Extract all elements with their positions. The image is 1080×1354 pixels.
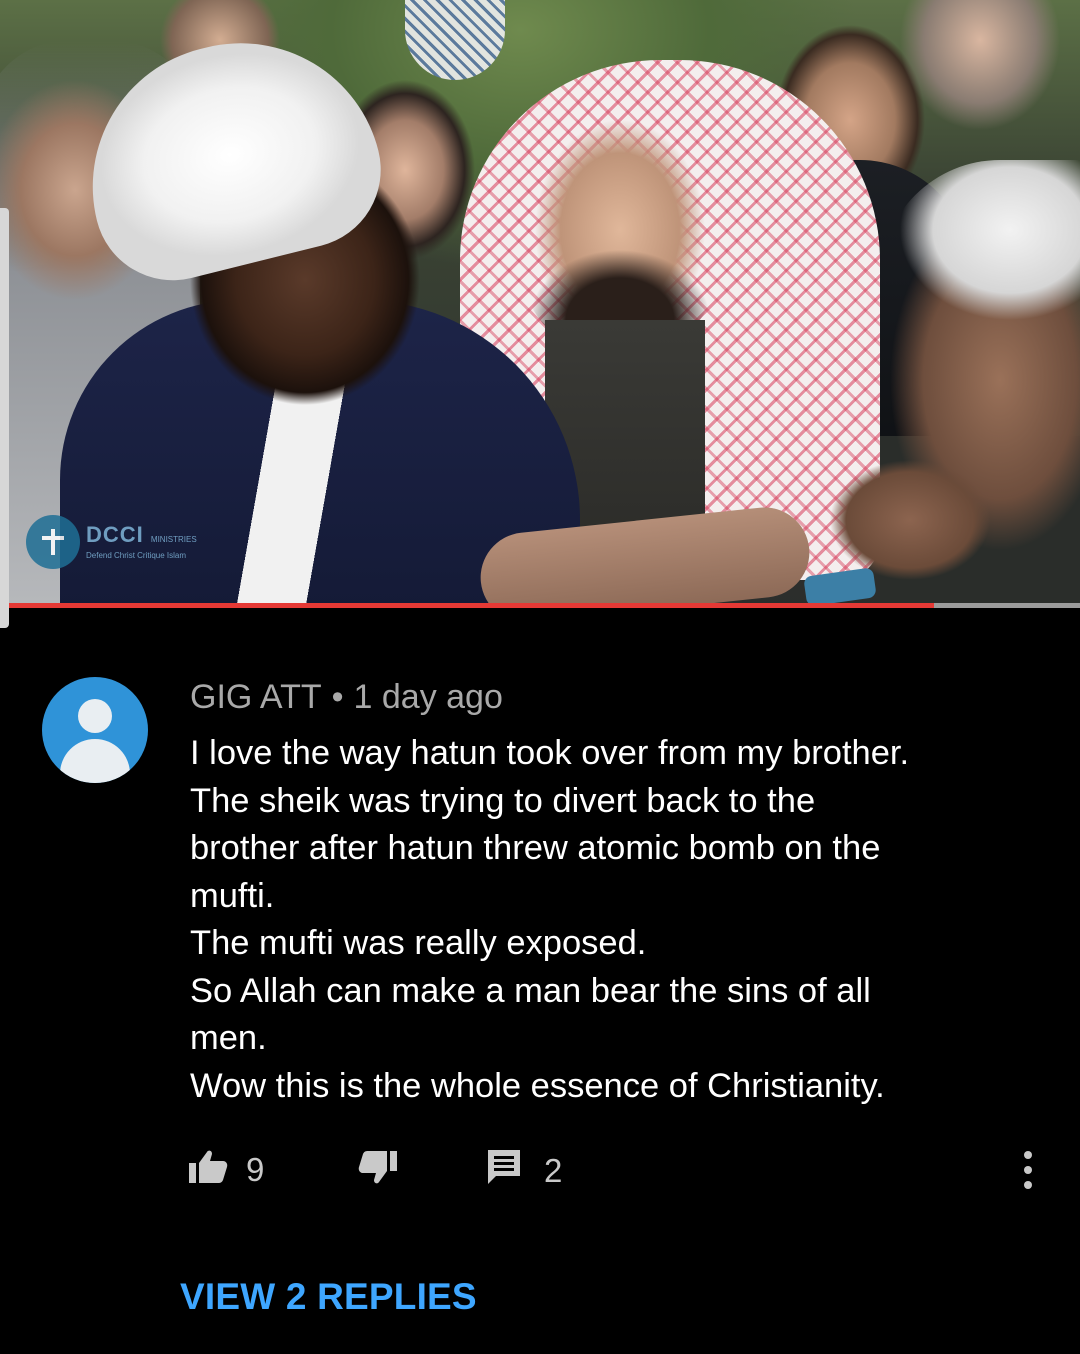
cross-icon	[26, 515, 80, 569]
watermark-tagline: Defend Christ Critique Islam	[86, 551, 187, 560]
like-button[interactable]: 9	[188, 1148, 264, 1192]
dislike-button[interactable]	[358, 1150, 398, 1194]
like-count: 9	[246, 1151, 265, 1188]
video-progress-bar[interactable]	[0, 603, 1080, 608]
comment-line: I love the way hatun took over from my b…	[190, 734, 910, 772]
meta-separator: •	[331, 678, 344, 716]
video-player[interactable]: DCCI MINISTRIES Defend Christ Critique I…	[0, 0, 1080, 608]
comment-line: The mufti was really exposed.	[190, 924, 647, 962]
comment-line: brother after hatun threw atomic bomb on…	[190, 829, 881, 867]
comment-meta: GIG ATT • 1 day ago	[190, 675, 503, 719]
video-elder-hand	[830, 460, 990, 580]
reply-count: 2	[544, 1152, 563, 1189]
edge-panel-handle[interactable]	[0, 208, 9, 628]
comment-line: mufti.	[190, 876, 275, 915]
thumbs-up-icon	[188, 1148, 228, 1192]
more-options-button[interactable]	[1022, 1150, 1034, 1198]
comment-line: men.	[190, 1019, 267, 1057]
comment-line: So Allah can make a man bear the sins of…	[190, 971, 871, 1010]
comment-author[interactable]: GIG ATT	[190, 678, 322, 716]
video-person-far-right	[890, 0, 1080, 180]
comment-icon	[486, 1148, 522, 1194]
avatar[interactable]	[42, 677, 148, 783]
reply-button[interactable]: 2	[486, 1148, 562, 1194]
user-avatar-icon-body	[60, 739, 130, 783]
user-avatar-icon-head	[78, 699, 112, 733]
comment-body: I love the way hatun took over from my b…	[190, 730, 1060, 1110]
view-replies-link[interactable]: VIEW 2 REPLIES	[180, 1276, 477, 1318]
comment-actions: 9 2	[0, 1140, 1080, 1200]
thumbs-down-icon	[358, 1150, 398, 1194]
channel-watermark: DCCI MINISTRIES Defend Christ Critique I…	[26, 515, 197, 569]
more-vertical-icon	[1022, 1150, 1034, 1198]
video-progress-fill	[0, 603, 935, 608]
comment-line: The sheik was trying to divert back to t…	[190, 781, 816, 820]
watermark-brand: DCCI MINISTRIES	[86, 522, 197, 547]
comment-line: Wow this is the whole essence of Christi…	[190, 1066, 885, 1105]
comment-timestamp: 1 day ago	[353, 678, 503, 716]
